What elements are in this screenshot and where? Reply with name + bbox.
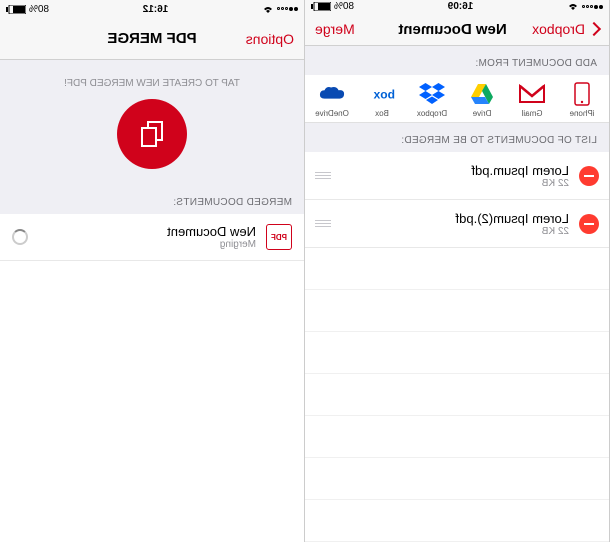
merged-name: New Document — [28, 224, 256, 239]
nav-title: PDF MERGE — [107, 30, 196, 47]
screen-pdf-merge: 16:12 80% Options PDF MERGE TAP TO CREAT… — [0, 0, 305, 542]
options-button[interactable]: Options — [236, 31, 294, 47]
wifi-icon — [262, 5, 274, 14]
nav-bar: Dropbox New Document Merge — [305, 14, 609, 46]
empty-row — [305, 332, 609, 374]
onedrive-icon — [319, 81, 345, 107]
source-label: iPhone — [570, 109, 595, 118]
source-label: Gmail — [522, 109, 543, 118]
empty-row — [305, 248, 609, 290]
drag-handle-icon[interactable] — [315, 172, 333, 179]
empty-row — [305, 290, 609, 332]
empty-row — [305, 500, 609, 542]
section-add-from: ADD DOCUMENT FROM: — [305, 46, 609, 75]
section-to-merge: LIST OF DOCUMENTS TO BE MERGED: — [305, 123, 609, 152]
empty-row — [305, 458, 609, 500]
back-label: Dropbox — [532, 21, 585, 37]
signal-icon — [277, 7, 298, 11]
status-bar: 16:12 80% — [0, 0, 304, 18]
phone-icon — [569, 81, 595, 107]
battery-pct: 80% — [29, 4, 49, 15]
doc-row[interactable]: Lorem Ipsum.pdf 22 KB — [305, 152, 609, 200]
remove-button[interactable] — [579, 214, 599, 234]
wifi-icon — [567, 2, 579, 11]
dropbox-icon — [419, 81, 445, 107]
status-bar: 16:09 80% — [305, 0, 609, 14]
battery-pct: 80% — [334, 1, 354, 12]
screen-new-document: 16:09 80% Dropbox New Document Merge ADD… — [305, 0, 610, 542]
status-time: 16:09 — [448, 1, 474, 12]
create-button-area — [0, 99, 304, 185]
remove-button[interactable] — [579, 166, 599, 186]
source-label: OneDrive — [315, 109, 349, 118]
back-button[interactable]: Dropbox — [532, 21, 599, 37]
source-box[interactable]: box Box — [362, 81, 402, 118]
spinner-icon — [12, 229, 28, 245]
empty-row — [305, 416, 609, 458]
sources-row: iPhone Gmail Drive Dropbox box Box OneDr… — [305, 75, 609, 123]
section-merged: MERGED DOCUMENTS: — [0, 185, 304, 214]
doc-name: Lorem Ipsum.pdf — [333, 163, 569, 178]
drive-icon — [469, 81, 495, 107]
doc-list: Lorem Ipsum.pdf 22 KB Lorem Ipsum(2).pdf… — [305, 152, 609, 542]
create-merged-button[interactable] — [117, 99, 187, 169]
merged-status: Merging — [28, 239, 256, 250]
doc-name: Lorem Ipsum(2).pdf — [333, 211, 569, 226]
battery-icon — [311, 2, 331, 11]
doc-row[interactable]: Lorem Ipsum(2).pdf 22 KB — [305, 200, 609, 248]
doc-size: 22 KB — [333, 178, 569, 189]
pdf-badge-icon: PDF — [266, 224, 292, 250]
empty-area — [0, 261, 304, 542]
source-label: Drive — [473, 109, 492, 118]
source-gmail[interactable]: Gmail — [512, 81, 552, 118]
nav-bar: Options PDF MERGE — [0, 18, 304, 60]
source-label: Dropbox — [417, 109, 447, 118]
gmail-icon — [519, 81, 545, 107]
source-onedrive[interactable]: OneDrive — [312, 81, 352, 118]
empty-row — [305, 374, 609, 416]
source-drive[interactable]: Drive — [462, 81, 502, 118]
box-icon: box — [369, 81, 395, 107]
battery-icon — [6, 5, 26, 14]
copy-icon — [136, 118, 168, 150]
source-label: Box — [375, 109, 389, 118]
chevron-left-icon — [587, 22, 601, 36]
svg-text:box: box — [373, 88, 395, 102]
hint-text: TAP TO CREATE NEW MERGED PDF! — [0, 60, 304, 99]
drag-handle-icon[interactable] — [315, 220, 333, 227]
status-time: 16:12 — [143, 4, 169, 15]
source-iphone[interactable]: iPhone — [562, 81, 602, 118]
source-dropbox[interactable]: Dropbox — [412, 81, 452, 118]
doc-size: 22 KB — [333, 226, 569, 237]
merge-button[interactable]: Merge — [315, 21, 373, 37]
merged-row[interactable]: PDF New Document Merging — [0, 214, 304, 261]
signal-icon — [582, 5, 603, 9]
nav-title: New Document — [398, 21, 506, 38]
